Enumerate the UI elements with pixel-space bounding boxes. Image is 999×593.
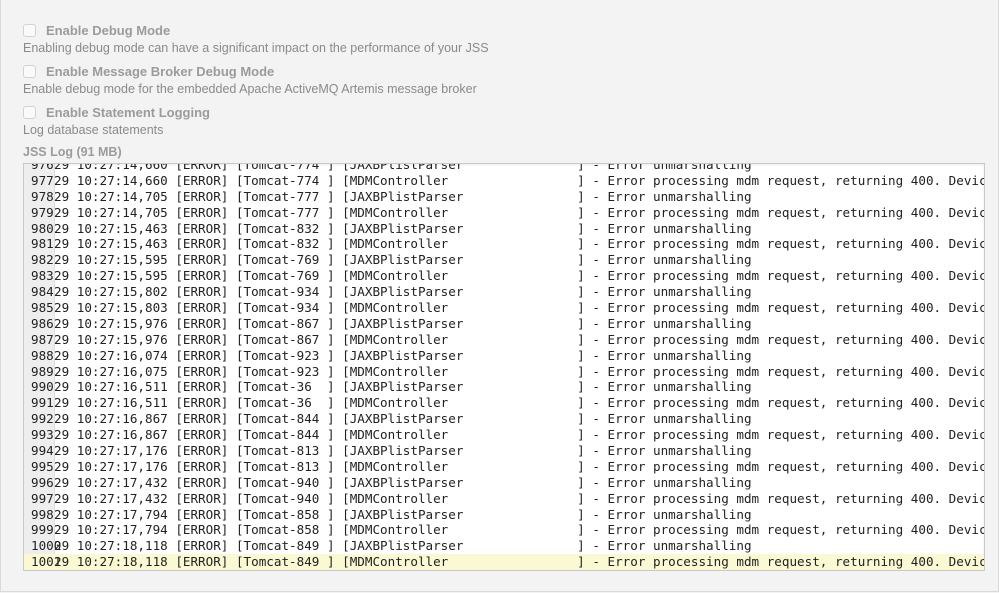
log-line-text: 29 10:27:15,802 [ERROR] [Tomcat-934 ] [J… bbox=[54, 284, 752, 300]
log-line: 999 29 10:27:17,794 [ERROR] [Tomcat-858 ]… bbox=[24, 522, 984, 538]
log-line-number: 978 bbox=[31, 188, 54, 204]
log-line-number: 986 bbox=[31, 315, 54, 331]
log-line-text: 29 10:27:18,118 [ERROR] [Tomcat-849 ] [M… bbox=[54, 554, 985, 570]
log-line: 977 29 10:27:14,660 [ERROR] [Tomcat-774 ]… bbox=[24, 173, 984, 189]
statement-logging-description: Log database statements bbox=[23, 123, 164, 137]
log-line-text: 29 10:27:15,595 [ERROR] [Tomcat-769 ] [J… bbox=[54, 252, 752, 268]
log-line-text: 29 10:27:14,660 [ERROR] [Tomcat-774 ] [M… bbox=[54, 172, 985, 188]
log-line-text: 29 10:27:15,976 [ERROR] [Tomcat-867 ] [M… bbox=[54, 331, 985, 347]
log-line-text: 29 10:27:17,176 [ERROR] [Tomcat-813 ] [J… bbox=[54, 443, 752, 459]
log-line-number: 994 bbox=[31, 443, 54, 459]
debug-mode-option: Enable Debug Mode Enabling debug mode ca… bbox=[23, 21, 489, 57]
log-line: 981 29 10:27:15,463 [ERROR] [Tomcat-832 ]… bbox=[24, 236, 984, 252]
message-broker-debug-option: Enable Message Broker Debug Mode Enable … bbox=[23, 62, 477, 98]
log-line: 976 29 10:27:14,660 [ERROR] [Tomcat-774 ]… bbox=[24, 163, 984, 173]
statement-logging-option: Enable Statement Logging Log database st… bbox=[23, 103, 210, 139]
log-line-text: 29 10:27:16,511 [ERROR] [Tomcat-36 ] [JA… bbox=[54, 379, 752, 395]
log-line-text: 29 10:27:14,705 [ERROR] [Tomcat-777 ] [M… bbox=[54, 204, 985, 220]
statement-logging-label: Enable Statement Logging bbox=[46, 104, 210, 120]
log-line-number: 984 bbox=[31, 284, 54, 300]
log-line-text: 29 10:27:16,867 [ERROR] [Tomcat-844 ] [J… bbox=[54, 411, 752, 427]
log-line-number: 977 bbox=[31, 172, 54, 188]
log-line-text: 29 10:27:18,118 [ERROR] [Tomcat-849 ] [J… bbox=[54, 538, 752, 554]
log-line-number: 982 bbox=[31, 252, 54, 268]
log-line: 1001 29 10:27:18,118 [ERROR] [Tomcat-849 … bbox=[24, 554, 984, 570]
log-line-number: 988 bbox=[31, 347, 54, 363]
log-line: 978 29 10:27:14,705 [ERROR] [Tomcat-777 ]… bbox=[24, 189, 984, 205]
log-line: 995 29 10:27:17,176 [ERROR] [Tomcat-813 ]… bbox=[24, 459, 984, 475]
log-line-number: 997 bbox=[31, 490, 54, 506]
log-line-number: 980 bbox=[31, 220, 54, 236]
log-line: 991 29 10:27:16,511 [ERROR] [Tomcat-36 ] … bbox=[24, 395, 984, 411]
log-line-text: 29 10:27:16,074 [ERROR] [Tomcat-923 ] [J… bbox=[54, 347, 752, 363]
log-line-text: 29 10:27:17,432 [ERROR] [Tomcat-940 ] [M… bbox=[54, 490, 985, 506]
log-line-number: 999 bbox=[31, 522, 54, 538]
log-line-number: 976 bbox=[31, 163, 54, 172]
log-line-text: 29 10:27:17,176 [ERROR] [Tomcat-813 ] [M… bbox=[54, 458, 985, 474]
log-line-text: 29 10:27:15,595 [ERROR] [Tomcat-769 ] [M… bbox=[54, 268, 985, 284]
log-line-text: 29 10:27:17,794 [ERROR] [Tomcat-858 ] [M… bbox=[54, 522, 985, 538]
log-line-text: 29 10:27:15,976 [ERROR] [Tomcat-867 ] [J… bbox=[54, 315, 752, 331]
message-broker-debug-label: Enable Message Broker Debug Mode bbox=[46, 63, 275, 79]
debug-mode-checkbox[interactable] bbox=[23, 23, 36, 37]
log-line: 979 29 10:27:14,705 [ERROR] [Tomcat-777 ]… bbox=[24, 205, 984, 221]
log-line: 987 29 10:27:15,976 [ERROR] [Tomcat-867 ]… bbox=[24, 332, 984, 348]
log-line: 994 29 10:27:17,176 [ERROR] [Tomcat-813 ]… bbox=[24, 443, 984, 459]
log-line-number: 992 bbox=[31, 411, 54, 427]
log-line: 988 29 10:27:16,074 [ERROR] [Tomcat-923 ]… bbox=[24, 348, 984, 364]
log-line-number: 993 bbox=[31, 427, 54, 443]
log-line-number: 985 bbox=[31, 300, 54, 316]
log-line-number: 989 bbox=[31, 363, 54, 379]
jss-log-viewer[interactable]: 976 29 10:27:14,660 [ERROR] [Tomcat-774 ]… bbox=[23, 163, 985, 571]
log-line-text: 29 10:27:14,660 [ERROR] [Tomcat-774 ] [J… bbox=[54, 163, 752, 172]
log-line: 983 29 10:27:15,595 [ERROR] [Tomcat-769 ]… bbox=[24, 268, 984, 284]
log-line-text: 29 10:27:15,463 [ERROR] [Tomcat-832 ] [J… bbox=[54, 220, 752, 236]
message-broker-debug-checkbox[interactable] bbox=[23, 64, 36, 78]
log-line-number: 990 bbox=[31, 379, 54, 395]
jss-log-title: JSS Log (91 MB) bbox=[23, 145, 122, 159]
log-line-number: 996 bbox=[31, 474, 54, 490]
log-line: 1000 29 10:27:18,118 [ERROR] [Tomcat-849 … bbox=[24, 538, 984, 554]
log-line: 985 29 10:27:15,803 [ERROR] [Tomcat-934 ]… bbox=[24, 300, 984, 316]
log-line-number: 983 bbox=[31, 268, 54, 284]
log-line-text: 29 10:27:14,705 [ERROR] [Tomcat-777 ] [J… bbox=[54, 188, 752, 204]
log-line: 993 29 10:27:16,867 [ERROR] [Tomcat-844 ]… bbox=[24, 427, 984, 443]
log-line-number: 979 bbox=[31, 204, 54, 220]
log-line: 984 29 10:27:15,802 [ERROR] [Tomcat-934 ]… bbox=[24, 284, 984, 300]
log-line: 980 29 10:27:15,463 [ERROR] [Tomcat-832 ]… bbox=[24, 221, 984, 237]
log-line-text: 29 10:27:15,803 [ERROR] [Tomcat-934 ] [M… bbox=[54, 300, 985, 316]
log-line-text: 29 10:27:17,794 [ERROR] [Tomcat-858 ] [J… bbox=[54, 506, 752, 522]
log-line-number: 991 bbox=[31, 395, 54, 411]
log-line-text: 29 10:27:16,075 [ERROR] [Tomcat-923 ] [M… bbox=[54, 363, 985, 379]
log-line: 998 29 10:27:17,794 [ERROR] [Tomcat-858 ]… bbox=[24, 507, 984, 523]
statement-logging-checkbox[interactable] bbox=[23, 105, 36, 119]
log-line: 996 29 10:27:17,432 [ERROR] [Tomcat-940 ]… bbox=[24, 475, 984, 491]
log-line-text: 29 10:27:15,463 [ERROR] [Tomcat-832 ] [M… bbox=[54, 236, 985, 252]
log-lines: 976 29 10:27:14,660 [ERROR] [Tomcat-774 ]… bbox=[24, 163, 984, 570]
log-line-text: 29 10:27:17,432 [ERROR] [Tomcat-940 ] [J… bbox=[54, 474, 752, 490]
log-line: 982 29 10:27:15,595 [ERROR] [Tomcat-769 ]… bbox=[24, 252, 984, 268]
debug-mode-label: Enable Debug Mode bbox=[46, 22, 171, 38]
log-line: 990 29 10:27:16,511 [ERROR] [Tomcat-36 ] … bbox=[24, 379, 984, 395]
log-line-number: 995 bbox=[31, 458, 54, 474]
log-line: 997 29 10:27:17,432 [ERROR] [Tomcat-940 ]… bbox=[24, 491, 984, 507]
log-line-text: 29 10:27:16,867 [ERROR] [Tomcat-844 ] [M… bbox=[54, 427, 985, 443]
log-line-number: 981 bbox=[31, 236, 54, 252]
debug-mode-description: Enabling debug mode can have a significa… bbox=[23, 41, 489, 55]
log-line-number: 987 bbox=[31, 331, 54, 347]
log-line-number: 998 bbox=[31, 506, 54, 522]
log-line-text: 29 10:27:16,511 [ERROR] [Tomcat-36 ] [MD… bbox=[54, 395, 985, 411]
log-line: 989 29 10:27:16,075 [ERROR] [Tomcat-923 ]… bbox=[24, 364, 984, 380]
log-line: 986 29 10:27:15,976 [ERROR] [Tomcat-867 ]… bbox=[24, 316, 984, 332]
message-broker-debug-description: Enable debug mode for the embedded Apach… bbox=[23, 82, 477, 96]
log-line: 992 29 10:27:16,867 [ERROR] [Tomcat-844 ]… bbox=[24, 411, 984, 427]
